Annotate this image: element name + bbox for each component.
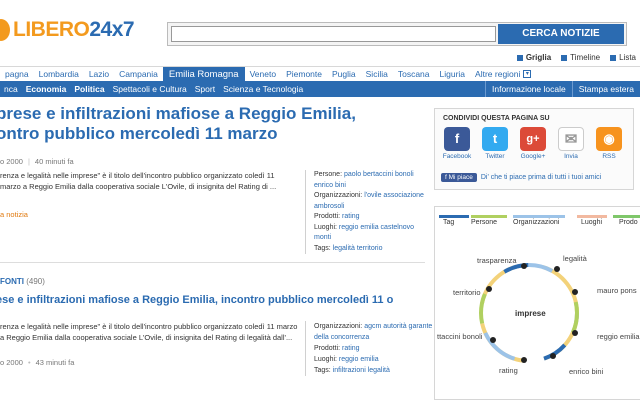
region-item[interactable]: Liguria (435, 67, 471, 82)
search-bar: CERCA NOTIZIE (167, 22, 627, 46)
cloud-node-label[interactable]: territorio (453, 288, 481, 297)
googleplus-icon: g+ (520, 127, 546, 151)
list-icon (610, 54, 617, 61)
article-meta: o 2000 | 40 minuti fa (0, 157, 74, 166)
source-article-title[interactable]: ese e infiltrazioni mafiose a Reggio Emi… (0, 293, 406, 307)
cloud-node-label[interactable]: trasparenza (477, 256, 517, 265)
like-button[interactable]: f Mi piace (441, 173, 477, 182)
region-item[interactable]: pagna (0, 67, 34, 82)
node-dot[interactable] (550, 353, 556, 359)
facebook-like: f Mi piace Di' che ti piace prima di tut… (441, 173, 601, 182)
tag-link[interactable]: rating (342, 213, 360, 220)
tag-link[interactable]: reggio emilia (339, 356, 379, 363)
tag-cloud-graph: imprese trasparenza legalità mauro pons … (437, 254, 640, 376)
region-item-more[interactable]: Altre regioni ▾ (470, 67, 536, 82)
share-twitter[interactable]: t Twitter (479, 127, 511, 160)
logo-text-libero: LIBERO (13, 18, 90, 41)
tag-link[interactable]: legalità territorio (333, 245, 383, 252)
share-title: CONDIVIDI QUESTA PAGINA SU (443, 115, 550, 122)
node-dot[interactable] (572, 289, 578, 295)
article-tags: Persone: paolo bertaccini bonoli enrico … (305, 170, 425, 254)
view-list[interactable]: Lista (610, 53, 636, 62)
tag-link[interactable]: rating (342, 345, 360, 352)
share-rss[interactable]: ◉ RSS (593, 127, 625, 160)
logo-mark-icon (0, 19, 10, 41)
category-item[interactable]: Politica (70, 81, 108, 97)
cloud-node-label[interactable]: reggio emilia (597, 332, 640, 341)
region-item[interactable]: Lazio (84, 67, 114, 82)
category-item[interactable]: Spettacoli e Cultura (109, 81, 191, 97)
search-button[interactable]: CERCA NOTIZIE (498, 24, 624, 44)
grid-icon (516, 54, 523, 61)
node-dot[interactable] (554, 266, 560, 272)
region-item[interactable]: Piemonte (281, 67, 327, 82)
chevron-down-icon: ▾ (523, 70, 532, 79)
envelope-icon: ✉ (558, 127, 584, 151)
tag-cloud-panel: Tag Persone Organizzazioni Luoghi Prodo … (434, 206, 640, 400)
region-item[interactable]: Toscana (393, 67, 435, 82)
cloud-node-label[interactable]: legalità (563, 254, 588, 263)
view-switch: Griglia Timeline Lista (516, 53, 636, 62)
share-email[interactable]: ✉ Invia (555, 127, 587, 160)
region-item-active[interactable]: Emilia Romagna (162, 66, 245, 82)
view-timeline[interactable]: Timeline (561, 53, 600, 62)
header: LIBERO24x7 CERCA NOTIZIE (0, 0, 640, 50)
divider (0, 262, 425, 263)
view-grid[interactable]: Griglia (516, 53, 551, 62)
source-article-abstract: renza e legalità nelle imprese" è il tit… (0, 322, 298, 342)
share-buttons: f Facebook t Twitter g+ Google+ ✉ Invia … (441, 127, 625, 160)
category-item[interactable]: nca (0, 81, 22, 97)
source-article-time: 43 minuti fa (35, 358, 75, 367)
node-dot[interactable] (572, 330, 578, 336)
facebook-icon: f (444, 127, 470, 151)
twitter-icon: t (482, 127, 508, 151)
like-text: Di' che ti piace prima di tutti i tuoi a… (480, 174, 602, 181)
logo-text-247: 24x7 (89, 18, 135, 41)
region-item[interactable]: Veneto (245, 67, 281, 82)
cloud-node-label[interactable]: rating (499, 366, 518, 375)
nav-foreign-press[interactable]: Stampa estera (571, 81, 640, 97)
source-article-date: o 2000 (0, 358, 23, 367)
cloud-node-label[interactable]: mauro pons (597, 286, 637, 295)
logo[interactable]: LIBERO24x7 (0, 18, 135, 42)
article-time: 40 minuti fa (34, 157, 74, 166)
timeline-icon (561, 54, 568, 61)
node-dot[interactable] (490, 337, 496, 343)
source-article-meta: o 2000 • 43 minuti fa (0, 358, 75, 367)
category-nav: nca Economia Politica Spettacoli e Cultu… (0, 81, 640, 97)
sources-header: FONTI (490) (0, 277, 45, 286)
region-item[interactable]: Lombardia (34, 67, 84, 82)
share-panel: CONDIVIDI QUESTA PAGINA SU f Facebook t … (434, 108, 634, 190)
nav-local-news[interactable]: Informazione locale (485, 81, 572, 97)
region-item[interactable]: Sicilia (361, 67, 393, 82)
region-nav: pagna Lombardia Lazio Campania Emilia Ro… (0, 66, 640, 82)
read-more-link[interactable]: a notizia (0, 210, 28, 219)
article-abstract: renza e legalità nelle imprese" è il tit… (0, 171, 277, 191)
share-facebook[interactable]: f Facebook (441, 127, 473, 160)
rss-icon: ◉ (596, 127, 622, 151)
category-item[interactable]: Sport (191, 81, 219, 97)
region-item[interactable]: Puglia (327, 67, 361, 82)
region-item[interactable]: Campania (114, 67, 163, 82)
category-item[interactable]: Scienza e Tecnologia (219, 81, 307, 97)
cloud-node-label[interactable]: enrico bini (569, 367, 604, 376)
node-dot[interactable] (486, 286, 492, 292)
node-dot[interactable] (521, 357, 527, 363)
share-googleplus[interactable]: g+ Google+ (517, 127, 549, 160)
cloud-node-label[interactable]: ttaccini bonoli (437, 332, 483, 341)
source-article-tags: Organizzazioni: agcm autorità garante de… (305, 321, 435, 376)
tag-link[interactable]: infiltrazioni legalità (333, 367, 390, 374)
center-tag[interactable]: imprese (515, 309, 546, 318)
category-item[interactable]: Economia (22, 81, 71, 97)
article-date: o 2000 (0, 157, 23, 166)
article-title[interactable]: prese e infiltrazioni mafiose a Reggio E… (0, 104, 406, 144)
search-input[interactable] (171, 26, 496, 42)
node-dot[interactable] (521, 263, 527, 269)
